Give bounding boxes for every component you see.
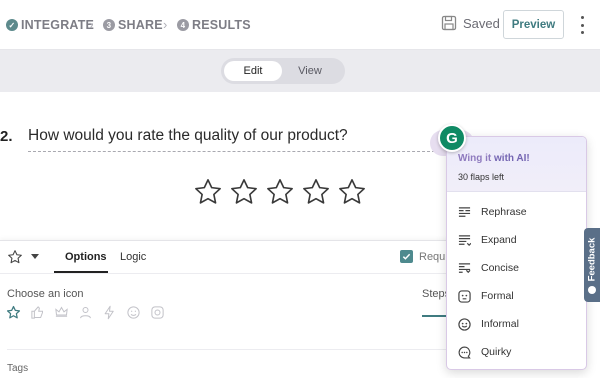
tags-label: Tags: [7, 363, 29, 374]
mode-toggle-bar: Edit View: [0, 50, 600, 92]
icon-picker: [6, 305, 165, 320]
rating-star-icon[interactable]: [265, 177, 295, 207]
instagram-icon[interactable]: [150, 305, 165, 320]
choose-icon-label: Choose an icon: [7, 288, 84, 300]
top-bar: ✓ INTEGRATE › 3 SHARE › 4 RESULTS Saved …: [0, 0, 600, 50]
grammarly-item-formal[interactable]: Formal: [447, 286, 586, 306]
grammarly-item-expand[interactable]: Expand: [447, 230, 586, 250]
step-results-label: RESULTS: [192, 18, 251, 32]
star-icon[interactable]: [6, 305, 21, 320]
grammarly-item-label: Quirky: [481, 346, 512, 358]
edit-toggle-button[interactable]: Edit: [224, 61, 282, 81]
divider: [7, 349, 447, 350]
divider: [0, 273, 448, 274]
grammarly-menu-header: Wing it with AI! 30 flaps left: [447, 137, 586, 192]
checkbox-checked-icon[interactable]: [400, 250, 413, 263]
step-share-label: SHARE: [118, 18, 163, 32]
chevron-right-icon: ›: [163, 17, 168, 32]
grammarly-item-label: Expand: [481, 234, 517, 246]
smiley-icon[interactable]: [126, 305, 141, 320]
rating-star-icon[interactable]: [193, 177, 223, 207]
concise-icon: [458, 262, 471, 275]
grammarly-item-label: Formal: [481, 290, 514, 302]
question-underline: [28, 151, 440, 152]
step-share[interactable]: 3 SHARE: [103, 17, 163, 33]
rating-star-icon[interactable]: [229, 177, 259, 207]
saved-status: Saved: [441, 15, 500, 31]
step-number-badge: 3: [103, 19, 115, 31]
step-results[interactable]: 4 RESULTS: [177, 17, 251, 33]
chevron-right-icon: ›: [89, 17, 94, 32]
headline-start: Wing it: [458, 153, 495, 164]
quirky-chat-icon: [458, 346, 471, 359]
step-integrate-label: INTEGRATE: [21, 18, 95, 32]
user-icon[interactable]: [78, 305, 93, 320]
feedback-label: Feedback: [586, 237, 598, 282]
grammarly-headline: Wing it with AI!: [458, 153, 530, 164]
informal-face-icon: [458, 317, 471, 331]
headline-end: with AI!: [494, 153, 530, 164]
tab-options[interactable]: Options: [65, 251, 107, 263]
feedback-dot-icon: [588, 286, 596, 294]
grammarly-item-concise[interactable]: Concise: [447, 258, 586, 278]
check-circle-icon: ✓: [6, 19, 18, 31]
feedback-tab[interactable]: Feedback: [584, 228, 600, 302]
required-toggle[interactable]: Requi: [400, 250, 448, 263]
expand-icon: [458, 234, 471, 247]
lightning-icon[interactable]: [102, 305, 117, 320]
rating-stars: [193, 177, 367, 207]
step-number-badge: 4: [177, 19, 189, 31]
tab-logic[interactable]: Logic: [120, 251, 146, 263]
edit-view-toggle: Edit View: [221, 58, 345, 84]
question-number: 2.: [0, 128, 13, 145]
more-options-icon[interactable]: [578, 16, 586, 34]
question-text[interactable]: How would you rate the quality of our pr…: [28, 127, 348, 145]
rating-star-icon[interactable]: [301, 177, 331, 207]
saved-label: Saved: [463, 15, 500, 31]
rating-star-icon[interactable]: [337, 177, 367, 207]
thumbs-up-icon[interactable]: [30, 305, 45, 320]
view-toggle-button[interactable]: View: [281, 61, 339, 81]
grammarly-ai-menu: Wing it with AI! 30 flaps left Rephrase …: [446, 136, 587, 370]
question-type-star-icon[interactable]: [7, 249, 23, 265]
crown-icon[interactable]: [54, 305, 69, 320]
grammarly-g-icon[interactable]: G: [438, 124, 466, 152]
grammarly-item-informal[interactable]: Informal: [447, 314, 586, 334]
grammarly-item-label: Rephrase: [481, 206, 527, 218]
formal-face-icon: [458, 289, 471, 303]
grammarly-item-label: Concise: [481, 262, 519, 274]
chevron-down-icon[interactable]: [31, 254, 39, 259]
preview-button[interactable]: Preview: [503, 10, 564, 39]
step-integrate[interactable]: ✓ INTEGRATE: [6, 17, 94, 33]
flaps-left-label: 30 flaps left: [458, 172, 505, 182]
grammarly-item-rephrase[interactable]: Rephrase: [447, 202, 586, 222]
required-label: Requi: [419, 250, 448, 263]
grammarly-item-quirky[interactable]: Quirky: [447, 342, 586, 362]
rephrase-icon: [458, 206, 471, 219]
save-disk-icon: [441, 15, 457, 31]
grammarly-item-label: Informal: [481, 318, 519, 330]
steps-slider-track[interactable]: [422, 315, 448, 317]
